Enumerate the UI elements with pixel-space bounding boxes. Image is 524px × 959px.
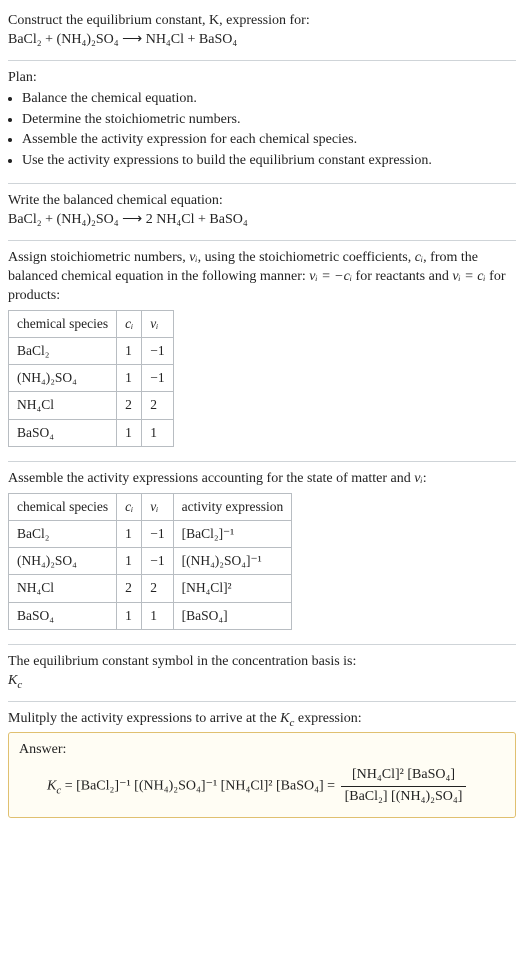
activity-text: Assemble the activity expressions accoun… (8, 471, 414, 486)
cell-ci: 1 (117, 419, 142, 446)
intro-section: Construct the equilibrium constant, K, e… (8, 6, 516, 58)
divider (8, 240, 516, 241)
table-row: (NH₄)₂SO₄ 1 −1 (9, 365, 174, 392)
table-row: BaCl₂ 1 −1 [BaCl₂]⁻¹ (9, 520, 292, 547)
cell-vi: 2 (142, 392, 173, 419)
cell-vi: −1 (142, 365, 173, 392)
rel-react: νᵢ = −cᵢ (309, 269, 352, 284)
cell-ci: 1 (117, 365, 142, 392)
col-activity: activity expression (173, 493, 292, 520)
col-ci: cᵢ (117, 493, 142, 520)
c-i: cᵢ (415, 250, 423, 265)
answer-box: Answer: Kc = [BaCl₂]⁻¹ [(NH₄)₂SO₄]⁻¹ [NH… (8, 732, 516, 818)
fraction-numerator: [NH₄Cl]² [BaSO₄] (341, 766, 467, 787)
multiply-text: expression: (294, 711, 361, 726)
cell-species: BaSO₄ (9, 602, 117, 629)
cell-ci: 2 (117, 575, 142, 602)
table-row: BaSO₄ 1 1 [BaSO₄] (9, 602, 292, 629)
multiply-heading: Mulitply the activity expressions to arr… (8, 710, 516, 729)
divider (8, 60, 516, 61)
stoich-table: chemical species cᵢ νᵢ BaCl₂ 1 −1 (NH₄)₂… (8, 310, 174, 447)
plan-section: Plan: Balance the chemical equation. Det… (8, 63, 516, 181)
fraction-denominator: [BaCl₂] [(NH₄)₂SO₄] (341, 787, 467, 807)
cell-species: BaCl₂ (9, 520, 117, 547)
divider (8, 701, 516, 702)
k-letter: K (8, 673, 17, 688)
col-vi: νᵢ (142, 310, 173, 337)
balanced-section: Write the balanced chemical equation: Ba… (8, 186, 516, 238)
divider (8, 183, 516, 184)
plan-heading: Plan: (8, 69, 516, 88)
cell-vi: −1 (142, 337, 173, 364)
plan-item: Balance the chemical equation. (22, 90, 516, 109)
stoich-text: , using the stoichiometric coefficients, (198, 250, 415, 265)
stoich-text: Assign stoichiometric numbers, (8, 250, 189, 265)
col-species: chemical species (9, 493, 117, 520)
stoich-text: for reactants and (352, 269, 452, 284)
cell-activity: [BaSO₄] (173, 602, 292, 629)
stoich-section: Assign stoichiometric numbers, νᵢ, using… (8, 243, 516, 459)
intro-text: Construct the equilibrium constant, K, e… (8, 13, 310, 28)
plan-item: Assemble the activity expression for eac… (22, 131, 516, 150)
cell-vi: 1 (142, 419, 173, 446)
table-header-row: chemical species cᵢ νᵢ activity expressi… (9, 493, 292, 520)
cell-vi: 2 (142, 575, 173, 602)
cell-ci: 1 (117, 548, 142, 575)
cell-activity: [NH₄Cl]² (173, 575, 292, 602)
cell-species: (NH₄)₂SO₄ (9, 548, 117, 575)
table-row: BaCl₂ 1 −1 (9, 337, 174, 364)
nu-i: νᵢ (189, 250, 197, 265)
stoich-heading: Assign stoichiometric numbers, νᵢ, using… (8, 249, 516, 306)
divider (8, 461, 516, 462)
cell-species: NH₄Cl (9, 392, 117, 419)
divider (8, 644, 516, 645)
plan-item: Use the activity expressions to build th… (22, 152, 516, 171)
plan-list: Balance the chemical equation. Determine… (8, 90, 516, 172)
answer-mid: = [BaCl₂]⁻¹ [(NH₄)₂SO₄]⁻¹ [NH₄Cl]² [BaSO… (61, 779, 338, 794)
cell-species: (NH₄)₂SO₄ (9, 365, 117, 392)
cell-ci: 2 (117, 392, 142, 419)
table-row: NH₄Cl 2 2 [NH₄Cl]² (9, 575, 292, 602)
k-sub: c (17, 678, 22, 690)
cell-vi: 1 (142, 602, 173, 629)
table-header-row: chemical species cᵢ νᵢ (9, 310, 174, 337)
k-letter: K (47, 779, 56, 794)
table-row: (NH₄)₂SO₄ 1 −1 [(NH₄)₂SO₄]⁻¹ (9, 548, 292, 575)
nu-i: νᵢ (414, 471, 422, 486)
col-species: chemical species (9, 310, 117, 337)
cell-ci: 1 (117, 520, 142, 547)
intro-line: Construct the equilibrium constant, K, e… (8, 12, 516, 31)
cell-activity: [BaCl₂]⁻¹ (173, 520, 292, 547)
symbol-heading: The equilibrium constant symbol in the c… (8, 653, 516, 672)
k-letter: K (280, 711, 289, 726)
cell-vi: −1 (142, 520, 173, 547)
activity-text: : (423, 471, 427, 486)
balanced-heading: Write the balanced chemical equation: (8, 192, 516, 211)
cell-species: NH₄Cl (9, 575, 117, 602)
multiply-text: Mulitply the activity expressions to arr… (8, 711, 280, 726)
col-vi: νᵢ (142, 493, 173, 520)
col-ci: cᵢ (117, 310, 142, 337)
cell-ci: 1 (117, 602, 142, 629)
answer-label: Answer: (19, 741, 505, 760)
cell-species: BaCl₂ (9, 337, 117, 364)
intro-equation: BaCl₂ + (NH₄)₂SO₄ ⟶ NH₄Cl + BaSO₄ (8, 31, 516, 50)
activity-section: Assemble the activity expressions accoun… (8, 464, 516, 642)
symbol-section: The equilibrium constant symbol in the c… (8, 647, 516, 699)
answer-equation: Kc = [BaCl₂]⁻¹ [(NH₄)₂SO₄]⁻¹ [NH₄Cl]² [B… (19, 766, 505, 807)
cell-ci: 1 (117, 337, 142, 364)
multiply-section: Mulitply the activity expressions to arr… (8, 704, 516, 827)
activity-heading: Assemble the activity expressions accoun… (8, 470, 516, 489)
cell-species: BaSO₄ (9, 419, 117, 446)
table-row: NH₄Cl 2 2 (9, 392, 174, 419)
balanced-equation: BaCl₂ + (NH₄)₂SO₄ ⟶ 2 NH₄Cl + BaSO₄ (8, 211, 516, 230)
symbol-kc: Kc (8, 672, 516, 691)
rel-prod: νᵢ = cᵢ (452, 269, 485, 284)
cell-activity: [(NH₄)₂SO₄]⁻¹ (173, 548, 292, 575)
activity-table: chemical species cᵢ νᵢ activity expressi… (8, 493, 292, 630)
cell-vi: −1 (142, 548, 173, 575)
answer-fraction: [NH₄Cl]² [BaSO₄][BaCl₂] [(NH₄)₂SO₄] (341, 766, 467, 807)
table-row: BaSO₄ 1 1 (9, 419, 174, 446)
plan-item: Determine the stoichiometric numbers. (22, 111, 516, 130)
